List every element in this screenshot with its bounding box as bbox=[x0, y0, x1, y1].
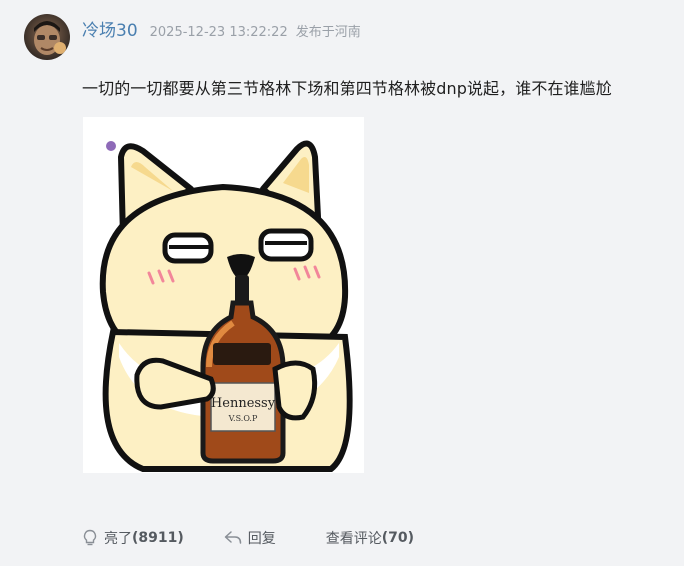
username-link[interactable]: 冷场30 bbox=[82, 16, 138, 41]
like-label: 亮了 bbox=[104, 531, 132, 547]
like-button[interactable]: 亮了 (8911) bbox=[82, 528, 184, 548]
comments-label: 查看评论 bbox=[325, 531, 382, 547]
view-comments-button[interactable]: 查看评论 (70) bbox=[326, 528, 414, 548]
bottle-label-text: Hennessy bbox=[211, 396, 276, 411]
timestamp: 2025-12-23 13:22:22 bbox=[149, 25, 288, 40]
location: 发布于河南 bbox=[295, 25, 361, 40]
like-count: (8911) bbox=[132, 530, 184, 546]
reply-button[interactable]: 回复 bbox=[224, 528, 276, 548]
post-header: 冷场30 2025-12-23 13:22:22 发布于河南 bbox=[82, 16, 361, 41]
reply-arrow-icon bbox=[224, 530, 242, 546]
post-image[interactable]: Hennessy V.S.O.P bbox=[83, 117, 364, 473]
post-content: 一切的一切都要从第三节格林下场和第四节格林被dnp说起，谁不在谁尴尬 bbox=[82, 79, 612, 98]
lightbulb-icon bbox=[82, 529, 98, 547]
bottle-sub-text: V.S.O.P bbox=[228, 414, 258, 423]
comments-count: (70) bbox=[381, 530, 415, 546]
post-card: 冷场30 2025-12-23 13:22:22 发布于河南 一切的一切都要从第三… bbox=[0, 0, 684, 566]
avatar[interactable] bbox=[24, 14, 70, 60]
reply-label: 回复 bbox=[247, 531, 276, 547]
post-actions: 亮了 (8911) 回复 查看评论 (70) bbox=[82, 528, 414, 548]
post-meta: 2025-12-23 13:22:22 发布于河南 bbox=[150, 21, 361, 40]
